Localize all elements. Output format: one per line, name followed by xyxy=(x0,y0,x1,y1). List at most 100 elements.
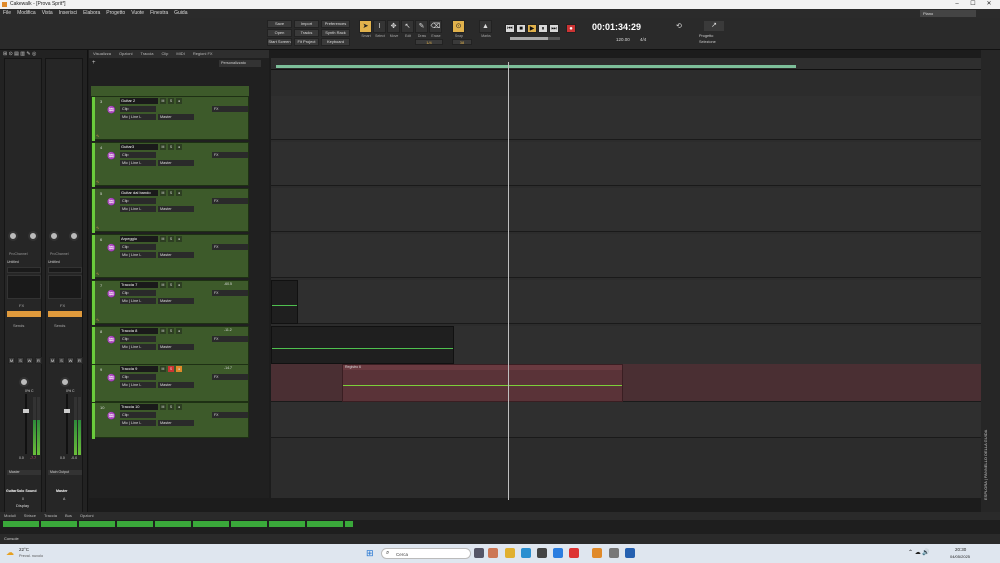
solo-button[interactable]: S xyxy=(168,328,174,334)
solo-button[interactable]: S xyxy=(168,144,174,150)
keyboard-button[interactable]: Keyboard xyxy=(321,38,350,46)
eq-buttons[interactable] xyxy=(7,267,41,273)
menu-file[interactable]: File xyxy=(0,9,14,18)
fx-slot[interactable]: FX xyxy=(212,336,248,342)
mute-button[interactable]: M xyxy=(8,357,15,364)
menu-modifica[interactable]: Modifica xyxy=(14,9,39,18)
stop-icon[interactable]: ■ xyxy=(516,24,526,33)
output-selector[interactable]: Master xyxy=(158,252,194,258)
browser-panel-label[interactable]: ESPLORA | PANNELLO DELLA GUIDA xyxy=(983,200,998,500)
input-selector[interactable]: Mic | Line L xyxy=(120,252,156,258)
tab-traccia[interactable]: Traccia xyxy=(137,50,158,57)
weather-desc[interactable]: Preval. nuvolo xyxy=(19,554,43,558)
solo-button[interactable]: S xyxy=(168,236,174,242)
mute-button[interactable]: M xyxy=(160,282,166,288)
gain-knob[interactable] xyxy=(8,231,18,241)
search-box[interactable]: ⌕ Cerca xyxy=(381,548,471,559)
preferences-button[interactable]: Preferences xyxy=(321,20,350,28)
clock-date[interactable]: 04/05/2025 xyxy=(950,554,970,559)
settings-icon[interactable] xyxy=(609,548,619,558)
tab-clip[interactable]: Clip xyxy=(157,50,172,57)
app-icon-extra[interactable] xyxy=(625,548,635,558)
lane-5[interactable] xyxy=(271,188,981,232)
mute-button[interactable]: M xyxy=(160,144,166,150)
solo-button[interactable]: S xyxy=(168,190,174,196)
timeline-ruler[interactable] xyxy=(271,58,981,70)
arm-button[interactable]: ● xyxy=(176,366,182,372)
rewind-icon[interactable]: ⏮ xyxy=(505,24,515,33)
maximize-button[interactable]: ☐ xyxy=(966,0,980,9)
fx-slot[interactable]: FX xyxy=(212,374,248,380)
time-display[interactable]: 00:01:34:29 xyxy=(592,22,641,32)
volume-fader[interactable] xyxy=(23,409,29,413)
snap-value[interactable]: 1/4 xyxy=(415,39,443,45)
move-tool-icon[interactable]: ✥ xyxy=(387,20,400,33)
menu-inserisci[interactable]: Inserisci xyxy=(56,9,80,18)
chrome-icon[interactable] xyxy=(553,548,563,558)
play-icon[interactable]: ▶ xyxy=(527,24,537,33)
solo-button[interactable]: S xyxy=(168,404,174,410)
weather-icon[interactable]: ☁ xyxy=(6,548,14,557)
console-label[interactable]: Console xyxy=(4,536,19,541)
track-name[interactable]: Traccia 10 xyxy=(120,404,158,410)
track-row[interactable]: 4 ♒ Guitar3 M S ● Clip Mic | Line L Master… xyxy=(91,142,249,187)
copilot-icon[interactable] xyxy=(488,548,498,558)
tab-strisce[interactable]: Strisce xyxy=(20,512,40,519)
menu-progetto[interactable]: Progetto xyxy=(103,9,128,18)
position-slider[interactable] xyxy=(510,37,560,40)
solo-button[interactable]: S xyxy=(17,357,24,364)
lane-6[interactable] xyxy=(271,234,981,278)
tracks-button[interactable]: Tracks xyxy=(294,29,319,37)
clip-selector[interactable]: Clip xyxy=(120,374,156,380)
eq-buttons[interactable] xyxy=(48,267,82,273)
smart-tool-icon[interactable]: ➤ xyxy=(359,20,372,33)
fx-bin[interactable] xyxy=(7,311,41,317)
eq-graph[interactable] xyxy=(48,275,82,299)
arm-button[interactable]: ● xyxy=(176,236,182,242)
fit-project-button[interactable]: Fit Project xyxy=(294,38,319,46)
menu-finestra[interactable]: Finestra xyxy=(147,9,171,18)
fx-slot[interactable]: FX xyxy=(212,290,248,296)
audio-clip[interactable] xyxy=(271,280,298,324)
lane-3[interactable] xyxy=(271,96,981,140)
arm-button[interactable]: ● xyxy=(176,328,182,334)
track-name[interactable]: Guitar 2 xyxy=(120,98,158,104)
mute-button[interactable]: M xyxy=(160,236,166,242)
fx-slot[interactable]: FX xyxy=(212,412,248,418)
fast-forward-icon[interactable]: ⏭ xyxy=(549,24,559,33)
file-explorer-icon[interactable] xyxy=(505,548,515,558)
open-button[interactable]: Open xyxy=(267,29,292,37)
tab-moduli[interactable]: Moduli xyxy=(0,512,20,519)
pan-knob[interactable] xyxy=(28,231,38,241)
edit-tool-icon[interactable]: ↖ xyxy=(401,20,414,33)
track-name[interactable]: Traccia 8 xyxy=(120,328,158,334)
menu-vista[interactable]: Vista xyxy=(39,9,56,18)
minimize-button[interactable]: – xyxy=(950,0,964,9)
track-volume[interactable]: -60.5 xyxy=(224,282,232,286)
input-selector[interactable]: Mic | Line L xyxy=(120,382,156,388)
clip-selector[interactable]: Clip xyxy=(120,412,156,418)
arm-button[interactable]: ● xyxy=(176,98,182,104)
tab-traccia-bottom[interactable]: Traccia xyxy=(40,512,61,519)
mute-button[interactable]: M xyxy=(160,366,166,372)
import-button[interactable]: Import xyxy=(294,20,319,28)
pan-knob-2[interactable] xyxy=(19,377,29,387)
mute-button[interactable]: M xyxy=(49,357,56,364)
region-clip[interactable]: Registro 6 xyxy=(342,364,623,402)
lane-7[interactable] xyxy=(271,280,981,324)
strip-name[interactable]: GuitarSolo Sound xyxy=(6,489,37,493)
volume-fader[interactable] xyxy=(64,409,70,413)
windows-start-icon[interactable]: ⊞ xyxy=(366,548,374,559)
project-radio[interactable]: Progetto xyxy=(699,34,713,38)
automation-icon[interactable]: ∿ xyxy=(96,179,99,184)
tab-regioni-fx[interactable]: Regioni FX xyxy=(189,50,217,57)
cakewalk-icon[interactable] xyxy=(592,548,602,558)
track-volume[interactable]: -11.2 xyxy=(224,328,232,332)
record-icon[interactable]: ● xyxy=(566,24,576,33)
output-selector[interactable]: Master xyxy=(158,114,194,120)
menu-elabora[interactable]: Elabora xyxy=(80,9,103,18)
loop-icon[interactable]: ⟲ xyxy=(676,22,682,30)
input-selector[interactable]: Mic | Line L xyxy=(120,160,156,166)
fx-slot[interactable]: FX xyxy=(212,198,248,204)
menu-guida[interactable]: Guida xyxy=(171,9,190,18)
